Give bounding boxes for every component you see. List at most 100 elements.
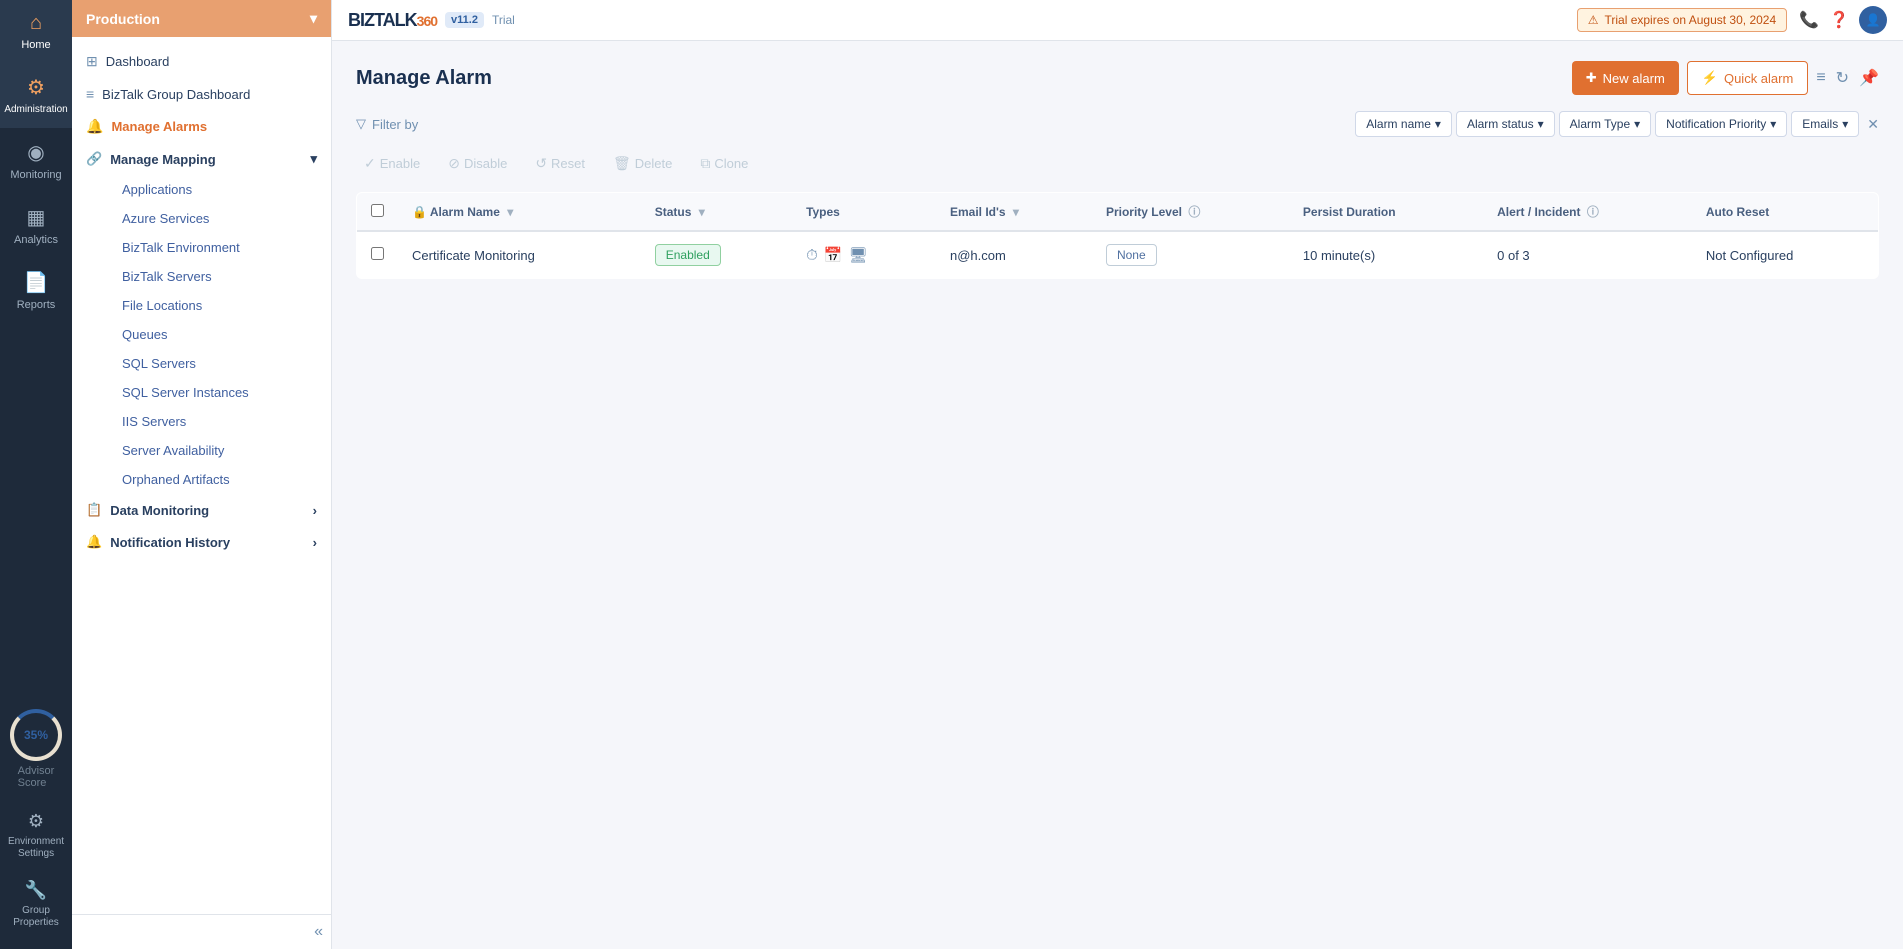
nav-item-administration[interactable]: ⚙ Administration [0,63,72,128]
filter-alarm-status[interactable]: Alarm status ▾ [1456,111,1555,137]
alert-incident-col: Alert / Incident ⓘ [1483,193,1692,232]
submenu-sql-server-instances[interactable]: SQL Server Instances [86,378,331,407]
sidebar-notification-history[interactable]: 🔔 Notification History › [72,526,331,558]
alarm-name-col: 🔒 Alarm Name ▾ [398,193,641,232]
data-monitoring-icon: 📋 [86,502,102,518]
submenu-sql-servers[interactable]: SQL Servers [86,349,331,378]
email-ids-col: Email Id's ▾ [936,193,1092,232]
manage-mapping-expand-icon: ▾ [310,151,317,167]
calendar-type-icon: 📅 [824,246,843,264]
filter-notification-priority[interactable]: Notification Priority ▾ [1655,111,1787,137]
types-cell: ⏱ 📅 🖥 [792,231,936,279]
list-view-icon[interactable]: ≡ [1816,69,1825,87]
monitor-type-icon: 🖥 [848,246,867,264]
filter-by-btn[interactable]: ▽ Filter by [356,116,418,132]
new-alarm-button[interactable]: ✚ New alarm [1572,61,1679,95]
types-col: Types [792,193,936,232]
refresh-icon[interactable]: ↻ [1836,68,1849,88]
header-icons: 📞 ❓ 👤 [1799,6,1887,34]
table-body: Certificate Monitoring Enabled ⏱ 📅 🖥 n@h… [357,231,1879,279]
alarm-type-chevron: ▾ [1634,117,1640,131]
submenu-biztalk-environment[interactable]: BizTalk Environment [86,233,331,262]
disable-icon: ⊘ [448,155,460,172]
submenu-applications[interactable]: Applications [86,175,331,204]
filter-alarm-name[interactable]: Alarm name ▾ [1355,111,1452,137]
select-all-col [357,193,399,232]
reset-btn[interactable]: ↺ Reset [527,151,593,176]
auto-reset-cell: Not Configured [1692,231,1879,279]
help-icon[interactable]: ❓ [1829,10,1849,30]
dashboard-icon: ⊞ [86,53,98,70]
notification-priority-chevron: ▾ [1770,117,1776,131]
sidebar-item-dashboard[interactable]: ⊞ Dashboard [72,45,331,78]
user-avatar[interactable]: 👤 [1859,6,1887,34]
enable-btn[interactable]: ✓ Enable [356,151,428,176]
sidebar-dropdown-icon[interactable]: ▾ [310,10,317,27]
auto-reset-col: Auto Reset [1692,193,1879,232]
page-content: Manage Alarm ✚ New alarm ⚡ Quick alarm ≡… [332,41,1903,949]
email-ids-sort[interactable]: ▾ [1013,205,1019,219]
top-header: BIZTALK360 v11.2 Trial ⚠ Trial expires o… [332,0,1903,41]
reset-icon: ↺ [535,155,547,172]
sidebar-item-manage-alarms[interactable]: 🔔 Manage Alarms [72,110,331,143]
status-cell: Enabled [641,231,792,279]
manage-mapping-icon: 🔗 [86,151,102,167]
sidebar-data-monitoring[interactable]: 📋 Data Monitoring › [72,494,331,526]
submenu-biztalk-servers[interactable]: BizTalk Servers [86,262,331,291]
trial-alert-banner: ⚠ Trial expires on August 30, 2024 [1577,8,1787,32]
sidebar-item-biztalk-group[interactable]: ≡ BizTalk Group Dashboard [72,78,331,110]
delete-btn[interactable]: 🗑 Delete [605,151,680,176]
environment-settings-icon: ⚙ [28,811,44,832]
sidebar-collapse-btn[interactable]: « [314,923,323,941]
sidebar-header: Production ▾ [72,0,331,37]
pin-icon[interactable]: 📌 [1859,68,1879,88]
delete-icon: 🗑 [613,155,631,172]
alarm-toolbar: ✓ Enable ⊘ Disable ↺ Reset 🗑 Delete ⧉ Cl… [356,147,1879,180]
manage-mapping-submenu: Applications Azure Services BizTalk Envi… [72,175,331,494]
version-badge: v11.2 [445,12,484,28]
disable-btn[interactable]: ⊘ Disable [440,151,515,176]
alarm-name-sort[interactable]: ▾ [507,205,513,219]
alarm-status-chevron: ▾ [1538,117,1544,131]
filter-alarm-type[interactable]: Alarm Type ▾ [1559,111,1652,137]
clone-btn[interactable]: ⧉ Clone [692,151,756,176]
data-monitoring-expand-icon: › [313,503,317,518]
main-content: BIZTALK360 v11.2 Trial ⚠ Trial expires o… [332,0,1903,949]
phone-icon[interactable]: 📞 [1799,10,1819,30]
priority-cell: None [1092,231,1289,279]
close-filters-btn[interactable]: ✕ [1867,116,1879,133]
persist-duration-cell: 10 minute(s) [1289,231,1483,279]
submenu-iis-servers[interactable]: IIS Servers [86,407,331,436]
nav-item-reports[interactable]: 📄 Reports [0,258,72,323]
row-checkbox[interactable] [371,247,384,260]
submenu-server-availability[interactable]: Server Availability [86,436,331,465]
group-properties-nav[interactable]: 🔧 Group Properties [10,870,62,939]
status-sort[interactable]: ▾ [699,205,705,219]
nav-item-home[interactable]: ⌂ Home [0,0,72,63]
quick-alarm-button[interactable]: ⚡ Quick alarm [1687,61,1809,95]
administration-icon: ⚙ [27,75,45,100]
nav-item-monitoring[interactable]: ◉ Monitoring [0,128,72,193]
table-header: 🔒 Alarm Name ▾ Status ▾ Types Email Id's… [357,193,1879,232]
filter-bar: ▽ Filter by Alarm name ▾ Alarm status ▾ … [356,111,1879,137]
environment-settings-nav[interactable]: ⚙ Environment Settings [10,801,62,870]
group-properties-icon: 🔧 [25,880,47,901]
email-ids-cell: n@h.com [936,231,1092,279]
submenu-azure-services[interactable]: Azure Services [86,204,331,233]
notification-history-expand-icon: › [313,535,317,550]
nav-item-analytics[interactable]: ▦ Analytics [0,193,72,258]
manage-alarms-icon: 🔔 [86,118,103,135]
alarm-name-cell: Certificate Monitoring [398,231,641,279]
submenu-orphaned-artifacts[interactable]: Orphaned Artifacts [86,465,331,494]
page-title: Manage Alarm [356,67,492,90]
logo-area: BIZTALK360 v11.2 Trial [348,10,515,31]
filter-emails[interactable]: Emails ▾ [1791,111,1859,137]
submenu-queues[interactable]: Queues [86,320,331,349]
sidebar: Production ▾ ⊞ Dashboard ≡ BizTalk Group… [72,0,332,949]
filter-icon: ▽ [356,116,366,132]
analytics-icon: ▦ [27,205,46,230]
sidebar-manage-mapping[interactable]: 🔗 Manage Mapping ▾ [72,143,331,175]
alarm-name-chevron: ▾ [1435,117,1441,131]
submenu-file-locations[interactable]: File Locations [86,291,331,320]
select-all-checkbox[interactable] [371,204,384,217]
